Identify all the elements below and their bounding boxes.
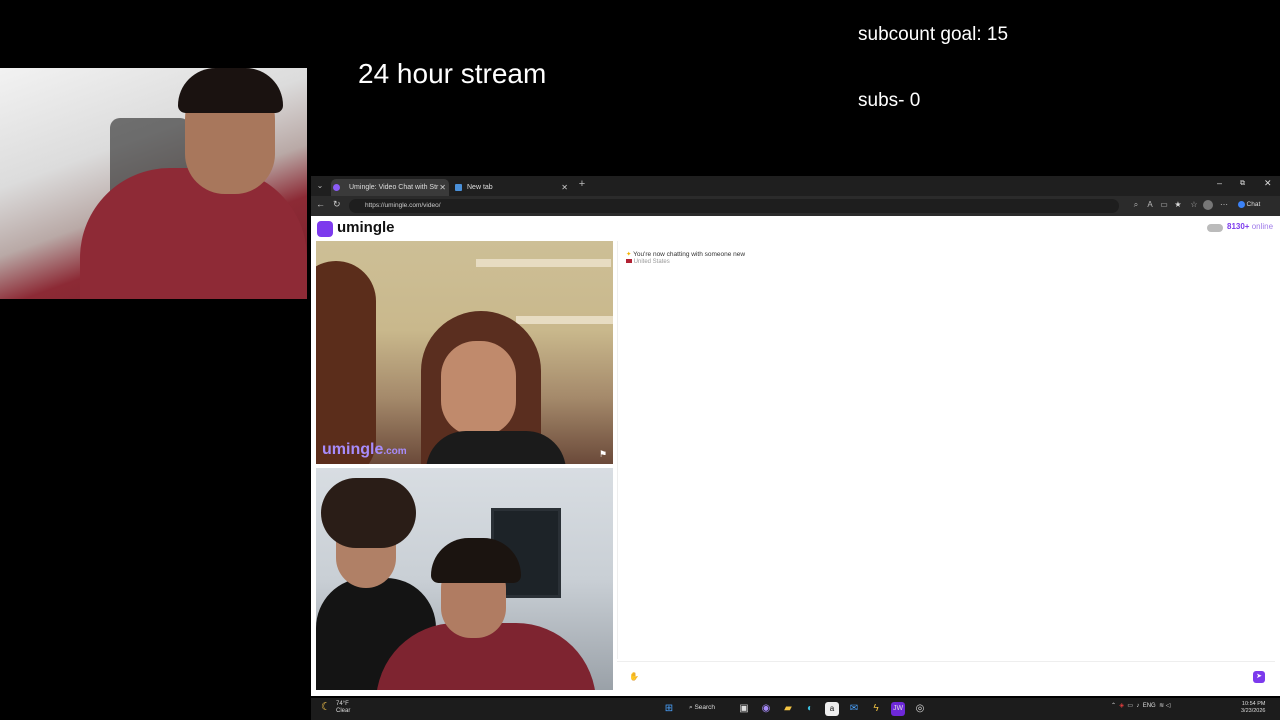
hair: [178, 68, 283, 113]
skip-button[interactable]: ✋: [629, 672, 639, 681]
shelf: [516, 316, 613, 324]
clock-date: 3/23/2026: [1241, 708, 1266, 714]
volume-icon[interactable]: ◁: [1166, 703, 1171, 709]
us-flag-icon: [626, 259, 632, 263]
edge-icon[interactable]: ◐: [803, 702, 817, 716]
stranger-video: umingle.com ⚑: [316, 241, 613, 464]
chat-button-label: Chat: [1246, 201, 1261, 208]
weather-condition: Clear: [336, 708, 351, 714]
lightning-icon[interactable]: ϟ: [869, 702, 883, 716]
battery-icon[interactable]: ▭: [1127, 703, 1133, 709]
stream-title: 24 hour stream: [358, 58, 547, 89]
favorites-icon[interactable]: ☆: [1189, 200, 1199, 210]
read-aloud-icon[interactable]: A: [1145, 200, 1155, 210]
umingle-favicon-icon: [333, 184, 340, 191]
chevron-up-icon[interactable]: ⌃: [1111, 703, 1116, 709]
jw-app-icon[interactable]: JW: [891, 702, 905, 716]
refresh-icon[interactable]: ↻: [333, 199, 341, 210]
umingle-logo-icon[interactable]: [317, 221, 333, 237]
message-input[interactable]: [665, 668, 1245, 686]
windows-start-icon[interactable]: ⊞: [662, 702, 676, 716]
camera-icon[interactable]: ▭: [1159, 200, 1169, 210]
task-view-icon[interactable]: ▣: [737, 702, 751, 716]
url-field[interactable]: https://umingle.com/video/: [349, 199, 1119, 213]
person-hair: [316, 261, 376, 464]
notification-icon[interactable]: ◈: [1119, 703, 1124, 709]
self-video: [316, 468, 613, 690]
umingle-page: umingle 8130+ online umingle.com ⚑ ✦ You…: [311, 216, 1280, 696]
tab-umingle[interactable]: Umingle: Video Chat with Str ✕: [331, 179, 449, 196]
system-message-text: You're now chatting with someone new: [633, 251, 746, 258]
system-message: ✦ You're now chatting with someone new: [626, 250, 745, 258]
shirt: [80, 168, 307, 299]
taskbar-search[interactable]: ⌕ Search: [689, 704, 715, 712]
person-face: [441, 341, 516, 436]
weather-widget[interactable]: 74°F Clear: [336, 701, 350, 715]
clock[interactable]: 10:54 PM 3/23/2026: [1241, 701, 1265, 715]
search-icon: ⌕: [689, 704, 693, 711]
new-tab-favicon-icon: [455, 184, 462, 191]
windows-taskbar: ☾ 74°F Clear ⊞ ⌕ Search ▣ ◉ ▰ ◐ a ✉ ϟ JW…: [311, 698, 1280, 720]
chat-button[interactable]: Chat: [1235, 200, 1263, 210]
person-body: [426, 431, 566, 464]
close-tab-icon[interactable]: ✕: [561, 179, 568, 196]
location-text: United States: [633, 259, 670, 265]
chat-panel: ✦ You're now chatting with someone new U…: [617, 241, 1275, 659]
sparkle-icon: ✦: [626, 251, 632, 258]
chat-input-row: ✋ ➤: [617, 661, 1275, 691]
temperature: 74°F: [336, 701, 349, 707]
minimize-icon[interactable]: –: [1217, 178, 1222, 188]
subs-count: subs- 0: [858, 90, 921, 111]
send-icon[interactable]: ➤: [1253, 671, 1265, 683]
moon-icon: ☾: [321, 701, 331, 713]
tab-label: New tab: [467, 184, 493, 191]
online-number: 8130+: [1227, 222, 1250, 231]
umingle-watermark: umingle.com: [322, 441, 407, 459]
app-icon[interactable]: ◉: [759, 702, 773, 716]
file-explorer-icon[interactable]: ▰: [781, 702, 795, 716]
browser-window: ⌄ Umingle: Video Chat with Str ✕ New tab…: [311, 176, 1280, 696]
shelf: [476, 259, 611, 267]
chrome-icon[interactable]: ◎: [913, 702, 927, 716]
watermark-suffix: .com: [383, 446, 407, 457]
stranger-location: United States: [626, 259, 670, 265]
language-indicator[interactable]: ENG: [1143, 703, 1156, 709]
close-window-icon[interactable]: ✕: [1264, 178, 1272, 189]
mail-icon[interactable]: ✉: [847, 702, 861, 716]
favorite-star-icon[interactable]: ★: [1173, 200, 1183, 210]
umingle-logo-text[interactable]: umingle: [337, 219, 395, 236]
amazon-icon[interactable]: a: [825, 702, 839, 716]
copilot-icon: [1237, 200, 1245, 208]
online-count: 8130+ online: [1227, 222, 1273, 231]
restore-icon[interactable]: ⧉: [1240, 180, 1245, 188]
search-label: Search: [694, 704, 716, 711]
back-icon[interactable]: ←: [316, 199, 325, 209]
watermark-main: umingle: [322, 441, 384, 458]
close-tab-icon[interactable]: ✕: [439, 179, 446, 196]
more-menu-icon[interactable]: ⋯: [1219, 200, 1229, 210]
address-bar-row: ← ↻ https://umingle.com/video/ ⌕ A ▭ ★ ☆…: [311, 196, 1280, 216]
online-label: online: [1251, 222, 1274, 231]
profile-avatar-icon[interactable]: [1203, 200, 1213, 210]
mic-icon[interactable]: ♪: [1136, 703, 1139, 709]
tab-bar: ⌄ Umingle: Video Chat with Str ✕ New tab…: [311, 176, 1280, 196]
clock-time: 10:54 PM: [1241, 701, 1266, 707]
subcount-goal: subcount goal: 15: [858, 24, 1009, 45]
wifi-icon[interactable]: ≋: [1159, 703, 1164, 709]
system-tray: ⌃ ◈ ▭ ♪ ENG ≋ ◁: [1111, 702, 1170, 709]
new-tab-plus-icon[interactable]: +: [577, 179, 587, 190]
person-hair: [321, 478, 416, 548]
tab-new[interactable]: New tab ✕: [453, 179, 571, 196]
report-flag-icon[interactable]: ⚑: [599, 449, 607, 460]
zoom-icon[interactable]: ⌕: [1131, 200, 1141, 210]
tab-label: Umingle: Video Chat with Str: [349, 184, 439, 191]
tab-list-icon[interactable]: ⌄: [315, 181, 325, 191]
theme-toggle[interactable]: [1207, 224, 1223, 232]
streamer-webcam: [0, 68, 307, 299]
